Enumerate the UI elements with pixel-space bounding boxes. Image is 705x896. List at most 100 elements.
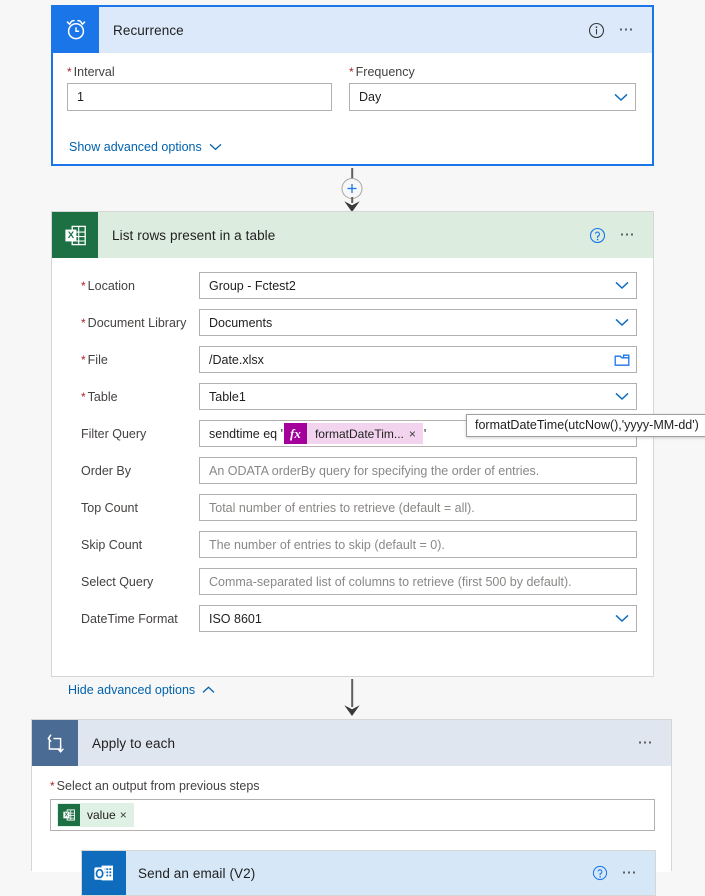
field-row-datetime-format: DateTime Format ISO 8601 — [52, 600, 653, 637]
card-apply-to-each[interactable]: Apply to each ⋯ * Select an output from p… — [31, 719, 672, 896]
required-asterisk: * — [81, 352, 86, 367]
more-options-icon[interactable]: ⋯ — [638, 735, 656, 750]
field-row-order-by: Order By An ODATA orderBy query for spec… — [52, 452, 653, 489]
more-options-icon[interactable]: ⋯ — [619, 22, 637, 37]
select-output-input[interactable]: X value × — [50, 799, 655, 831]
location-dropdown[interactable]: Group - Fctest2 — [199, 272, 637, 299]
apply-to-each-card-header[interactable]: Apply to each ⋯ — [32, 720, 671, 766]
show-advanced-options-link[interactable]: Show advanced options — [69, 140, 222, 154]
more-options-icon[interactable]: ⋯ — [622, 865, 640, 880]
field-row-location: * Location Group - Fctest2 — [52, 267, 653, 304]
arrow-head-icon — [344, 704, 361, 719]
filter-query-label: Filter Query — [81, 426, 147, 441]
connector-recurrence-to-listrows — [336, 168, 368, 212]
filter-query-suffix: ' — [423, 426, 427, 441]
send-email-card-header[interactable]: Send an email (V2) ⋯ — [82, 851, 655, 895]
show-advanced-options-label: Show advanced options — [69, 140, 202, 154]
datetime-format-label: DateTime Format — [81, 611, 178, 626]
svg-text:X: X — [65, 813, 69, 819]
file-input[interactable]: /Date.xlsx — [199, 346, 637, 373]
apply-to-each-card-body: * Select an output from previous steps X … — [32, 766, 671, 896]
help-icon[interactable] — [592, 865, 608, 881]
select-query-input[interactable]: Comma-separated list of columns to retri… — [199, 568, 637, 595]
chevron-down-icon[interactable] — [614, 278, 630, 294]
value-token-chip[interactable]: X value × — [57, 803, 134, 827]
folder-picker-icon[interactable] — [614, 352, 630, 368]
hide-advanced-options-link[interactable]: Hide advanced options — [68, 683, 215, 697]
skip-count-input[interactable]: The number of entries to skip (default =… — [199, 531, 637, 558]
chevron-down-icon[interactable] — [614, 389, 630, 405]
order-by-label: Order By — [81, 463, 132, 478]
file-value: /Date.xlsx — [209, 352, 264, 367]
card-recurrence[interactable]: Recurrence ⋯ * Interval 1 * Frequency Da… — [51, 5, 654, 166]
required-asterisk: * — [67, 65, 72, 79]
chevron-down-icon[interactable] — [614, 611, 630, 627]
required-asterisk: * — [81, 278, 86, 293]
table-value: Table1 — [209, 389, 246, 404]
field-row-file: * File /Date.xlsx — [52, 341, 653, 378]
apply-to-each-card-title: Apply to each — [92, 735, 176, 751]
datetime-format-value: ISO 8601 — [209, 611, 262, 626]
datetime-format-dropdown[interactable]: ISO 8601 — [199, 605, 637, 632]
document-library-label: * Document Library — [81, 315, 187, 330]
fx-icon: fx — [283, 423, 307, 444]
select-output-label: * Select an output from previous steps — [50, 779, 260, 793]
document-library-value: Documents — [209, 315, 273, 330]
top-count-input[interactable]: Total number of entries to retrieve (def… — [199, 494, 637, 521]
frequency-label: * Frequency — [349, 65, 415, 79]
info-icon[interactable] — [588, 22, 605, 39]
required-asterisk: * — [50, 779, 55, 793]
value-token-label: value — [87, 808, 116, 822]
list-rows-card-title: List rows present in a table — [112, 227, 276, 243]
excel-icon: X — [58, 804, 80, 826]
connector-line — [351, 679, 353, 707]
frequency-dropdown[interactable]: Day — [349, 83, 636, 111]
plus-icon — [347, 183, 358, 194]
skip-count-placeholder: The number of entries to skip (default =… — [209, 537, 445, 552]
field-row-table: * Table Table1 — [52, 378, 653, 415]
excel-icon: X — [52, 212, 98, 258]
select-query-placeholder: Comma-separated list of columns to retri… — [209, 574, 572, 589]
interval-field-group: * Interval 1 — [67, 65, 332, 111]
more-options-icon[interactable]: ⋯ — [620, 227, 638, 242]
add-step-button[interactable] — [341, 178, 363, 199]
field-row-top-count: Top Count Total number of entries to ret… — [52, 489, 653, 526]
recurrence-card-header[interactable]: Recurrence ⋯ — [53, 7, 652, 53]
connector-listrows-to-applytoeach — [336, 679, 368, 719]
card-list-rows-present-in-a-table[interactable]: X List rows present in a table ⋯ * Locati… — [51, 211, 654, 697]
select-query-label: Select Query — [81, 574, 154, 589]
table-dropdown[interactable]: Table1 — [199, 383, 637, 410]
remove-token-icon[interactable]: × — [120, 808, 134, 822]
field-row-skip-count: Skip Count The number of entries to skip… — [52, 526, 653, 563]
expression-tooltip-text: formatDateTime(utcNow(),'yyyy-MM-dd') — [475, 418, 699, 432]
chevron-down-icon[interactable] — [613, 89, 629, 105]
frequency-value: Day — [359, 90, 382, 104]
list-rows-card-body: * Location Group - Fctest2 * Document Libr… — [52, 258, 653, 697]
expression-tooltip: formatDateTime(utcNow(),'yyyy-MM-dd') — [466, 414, 705, 437]
required-asterisk: * — [81, 315, 86, 330]
chevron-down-icon — [209, 143, 222, 151]
hide-advanced-options-label: Hide advanced options — [68, 683, 196, 697]
file-label: * File — [81, 352, 108, 367]
top-count-label: Top Count — [81, 500, 138, 515]
interval-input[interactable]: 1 — [67, 83, 332, 111]
location-label: * Location — [81, 278, 135, 293]
order-by-placeholder: An ODATA orderBy query for specifying th… — [209, 463, 540, 478]
field-row-select-query: Select Query Comma-separated list of col… — [52, 563, 653, 600]
outlook-icon — [82, 851, 126, 895]
field-row-document-library: * Document Library Documents — [52, 304, 653, 341]
send-email-card-title: Send an email (V2) — [138, 865, 256, 881]
card-send-an-email[interactable]: Send an email (V2) ⋯ — [81, 850, 656, 896]
chevron-down-icon[interactable] — [614, 315, 630, 331]
svg-text:X: X — [67, 230, 74, 241]
recurrence-header-actions: ⋯ — [588, 22, 653, 39]
document-library-dropdown[interactable]: Documents — [199, 309, 637, 336]
help-icon[interactable] — [589, 227, 606, 244]
recurrence-card-body: * Interval 1 * Frequency Day Show advanced… — [53, 53, 652, 164]
order-by-input[interactable]: An ODATA orderBy query for specifying th… — [199, 457, 637, 484]
alarm-clock-icon — [53, 7, 99, 53]
frequency-field-group: * Frequency Day — [349, 65, 636, 111]
list-rows-card-header[interactable]: X List rows present in a table ⋯ — [52, 212, 653, 258]
remove-token-icon[interactable]: × — [409, 427, 423, 441]
expression-token-chip[interactable]: fx formatDateTim... × — [283, 423, 423, 444]
